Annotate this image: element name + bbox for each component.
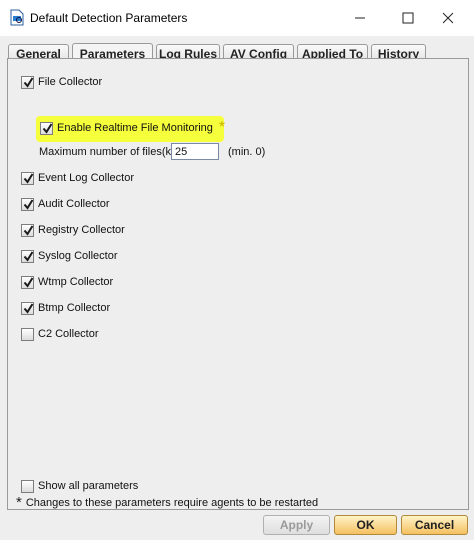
c2-collector-label: C2 Collector [38, 328, 99, 340]
show-all-row[interactable]: Show all parameters [21, 478, 138, 494]
event-log-collector-checkbox[interactable] [21, 171, 34, 185]
collector-row[interactable]: Audit Collector [21, 196, 110, 212]
btmp-collector-label: Btmp Collector [38, 302, 111, 314]
c2-collector-checkbox[interactable] [21, 327, 34, 341]
apply-button[interactable]: Apply [263, 515, 330, 535]
max-files-input[interactable] [171, 143, 219, 160]
registry-collector-label: Registry Collector [38, 224, 125, 236]
parameters-panel: File Collector Enable Realtime File Moni… [7, 58, 469, 510]
file-collector-checkbox[interactable] [21, 75, 34, 89]
check-icon [23, 172, 34, 184]
note-text: Changes to these parameters require agen… [25, 497, 319, 509]
minimize-icon [355, 17, 365, 19]
window-title: Default Detection Parameters [30, 11, 188, 25]
file-collector-row[interactable]: File Collector [21, 74, 102, 90]
syslog-collector-checkbox[interactable] [21, 249, 34, 263]
ok-button[interactable]: OK [334, 515, 397, 535]
audit-collector-checkbox[interactable] [21, 197, 34, 211]
collector-row[interactable]: Registry Collector [21, 222, 125, 238]
registry-collector-checkbox[interactable] [21, 223, 34, 237]
collector-row[interactable]: Wtmp Collector [21, 274, 113, 290]
max-files-hint: (min. 0) [228, 146, 266, 158]
realtime-monitoring-checkbox[interactable] [40, 121, 53, 135]
max-files-label: Maximum number of files(k): [39, 146, 178, 158]
collector-row[interactable]: Btmp Collector [21, 300, 110, 316]
check-icon [23, 302, 34, 314]
dialog-body: General Parameters Log Rules AV Config A… [0, 36, 474, 540]
collector-row[interactable]: C2 Collector [21, 326, 99, 342]
close-button[interactable] [430, 4, 466, 32]
max-files-row: Maximum number of files(k): [39, 144, 178, 160]
realtime-monitoring-row[interactable]: Enable Realtime File Monitoring * [40, 120, 225, 136]
realtime-monitoring-label: Enable Realtime File Monitoring [57, 122, 213, 134]
collector-row[interactable]: Syslog Collector [21, 248, 117, 264]
restart-note: * Changes to these parameters require ag… [16, 495, 318, 511]
wtmp-collector-checkbox[interactable] [21, 275, 34, 289]
maximize-icon [402, 12, 414, 24]
minimize-button[interactable] [342, 4, 378, 32]
note-marker: * [16, 494, 22, 511]
close-icon [442, 12, 454, 24]
collector-row[interactable]: Event Log Collector [21, 170, 134, 186]
button-bar: Apply OK Cancel [0, 510, 474, 540]
audit-collector-label: Audit Collector [38, 198, 110, 210]
check-icon [23, 198, 34, 210]
title-bar[interactable]: Default Detection Parameters [0, 0, 474, 36]
syslog-collector-label: Syslog Collector [38, 250, 118, 262]
app-icon [10, 9, 24, 26]
check-icon [23, 250, 34, 262]
check-icon [23, 76, 34, 88]
show-all-checkbox[interactable] [21, 479, 34, 493]
file-collector-label: File Collector [38, 76, 103, 88]
max-files-hint-row: (min. 0) [228, 144, 265, 160]
event-log-collector-label: Event Log Collector [38, 172, 134, 184]
show-all-label: Show all parameters [38, 480, 139, 492]
btmp-collector-checkbox[interactable] [21, 301, 34, 315]
maximize-button[interactable] [390, 4, 426, 32]
check-icon [23, 224, 34, 236]
check-icon [42, 122, 53, 134]
restart-required-marker: * [218, 119, 226, 136]
cancel-button[interactable]: Cancel [401, 515, 468, 535]
wtmp-collector-label: Wtmp Collector [38, 276, 114, 288]
check-icon [23, 276, 34, 288]
